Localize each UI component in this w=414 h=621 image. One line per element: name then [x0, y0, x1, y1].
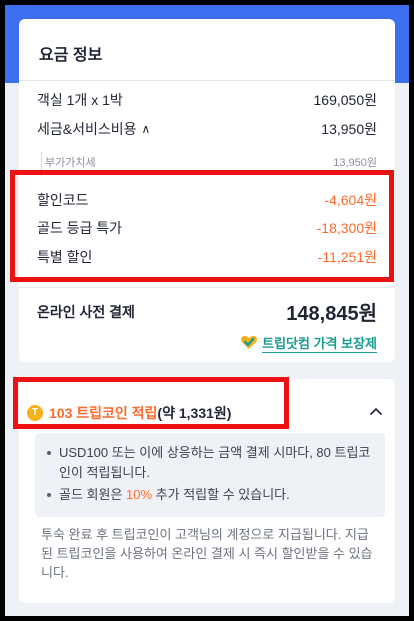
price-guarantee-link[interactable]: 트립닷컴 가격 보장제: [241, 333, 377, 353]
bonus-percent: 10%: [126, 487, 153, 502]
tax-toggle[interactable]: 세금&서비스비용 ∧: [37, 119, 150, 139]
title-divider: [19, 80, 395, 81]
tax-label: 세금&서비스비용: [37, 121, 137, 137]
chevron-up-icon: ∧: [141, 122, 151, 136]
discount-highlight-box: [10, 170, 394, 282]
tax-row[interactable]: 세금&서비스비용 ∧ 13,950원: [37, 119, 377, 139]
room-row: 객실 1개 x 1박 169,050원: [37, 90, 377, 110]
tax-value: 13,950원: [321, 121, 377, 137]
bullet-dot: [47, 451, 51, 455]
heart-check-icon: [241, 335, 258, 349]
bullet-dot: [47, 493, 51, 497]
price-info-title: 요금 정보: [39, 47, 103, 64]
list-item: 골드 회원은 10% 추가 적립할 수 있습니다.: [47, 485, 379, 505]
bullet-text: USD100 또는 이에 상응하는 금액 결제 시마다, 80 트립코인이 적립…: [59, 445, 371, 480]
list-item: USD100 또는 이에 상응하는 금액 결제 시마다, 80 트립코인이 적립…: [47, 443, 379, 483]
total-divider: [19, 287, 395, 288]
chevron-up-icon[interactable]: [369, 404, 383, 418]
bullet-text: 골드 회원은: [59, 487, 127, 502]
trip-coin-info-box: USD100 또는 이에 상응하는 금액 결제 시마다, 80 트립코인이 적립…: [35, 433, 385, 517]
total-value: 148,845원: [286, 303, 377, 325]
room-label: 객실 1개 x 1박: [37, 92, 123, 108]
total-label: 온라인 사전 결제: [37, 304, 135, 320]
screen: 요금 정보 객실 1개 x 1박 169,050원 세금&서비스비용 ∧ 13,9…: [5, 5, 409, 616]
trip-coin-note: 투숙 완료 후 트립코인이 고객님의 계정으로 지급됩니다. 지급된 트립코인을…: [41, 527, 373, 580]
room-value: 169,050원: [313, 92, 378, 108]
bullet-text: 추가 적립할 수 있습니다.: [152, 487, 290, 502]
price-guarantee-label: 트립닷컴 가격 보장제: [262, 336, 377, 353]
trip-coin-highlight-box: [13, 377, 289, 429]
